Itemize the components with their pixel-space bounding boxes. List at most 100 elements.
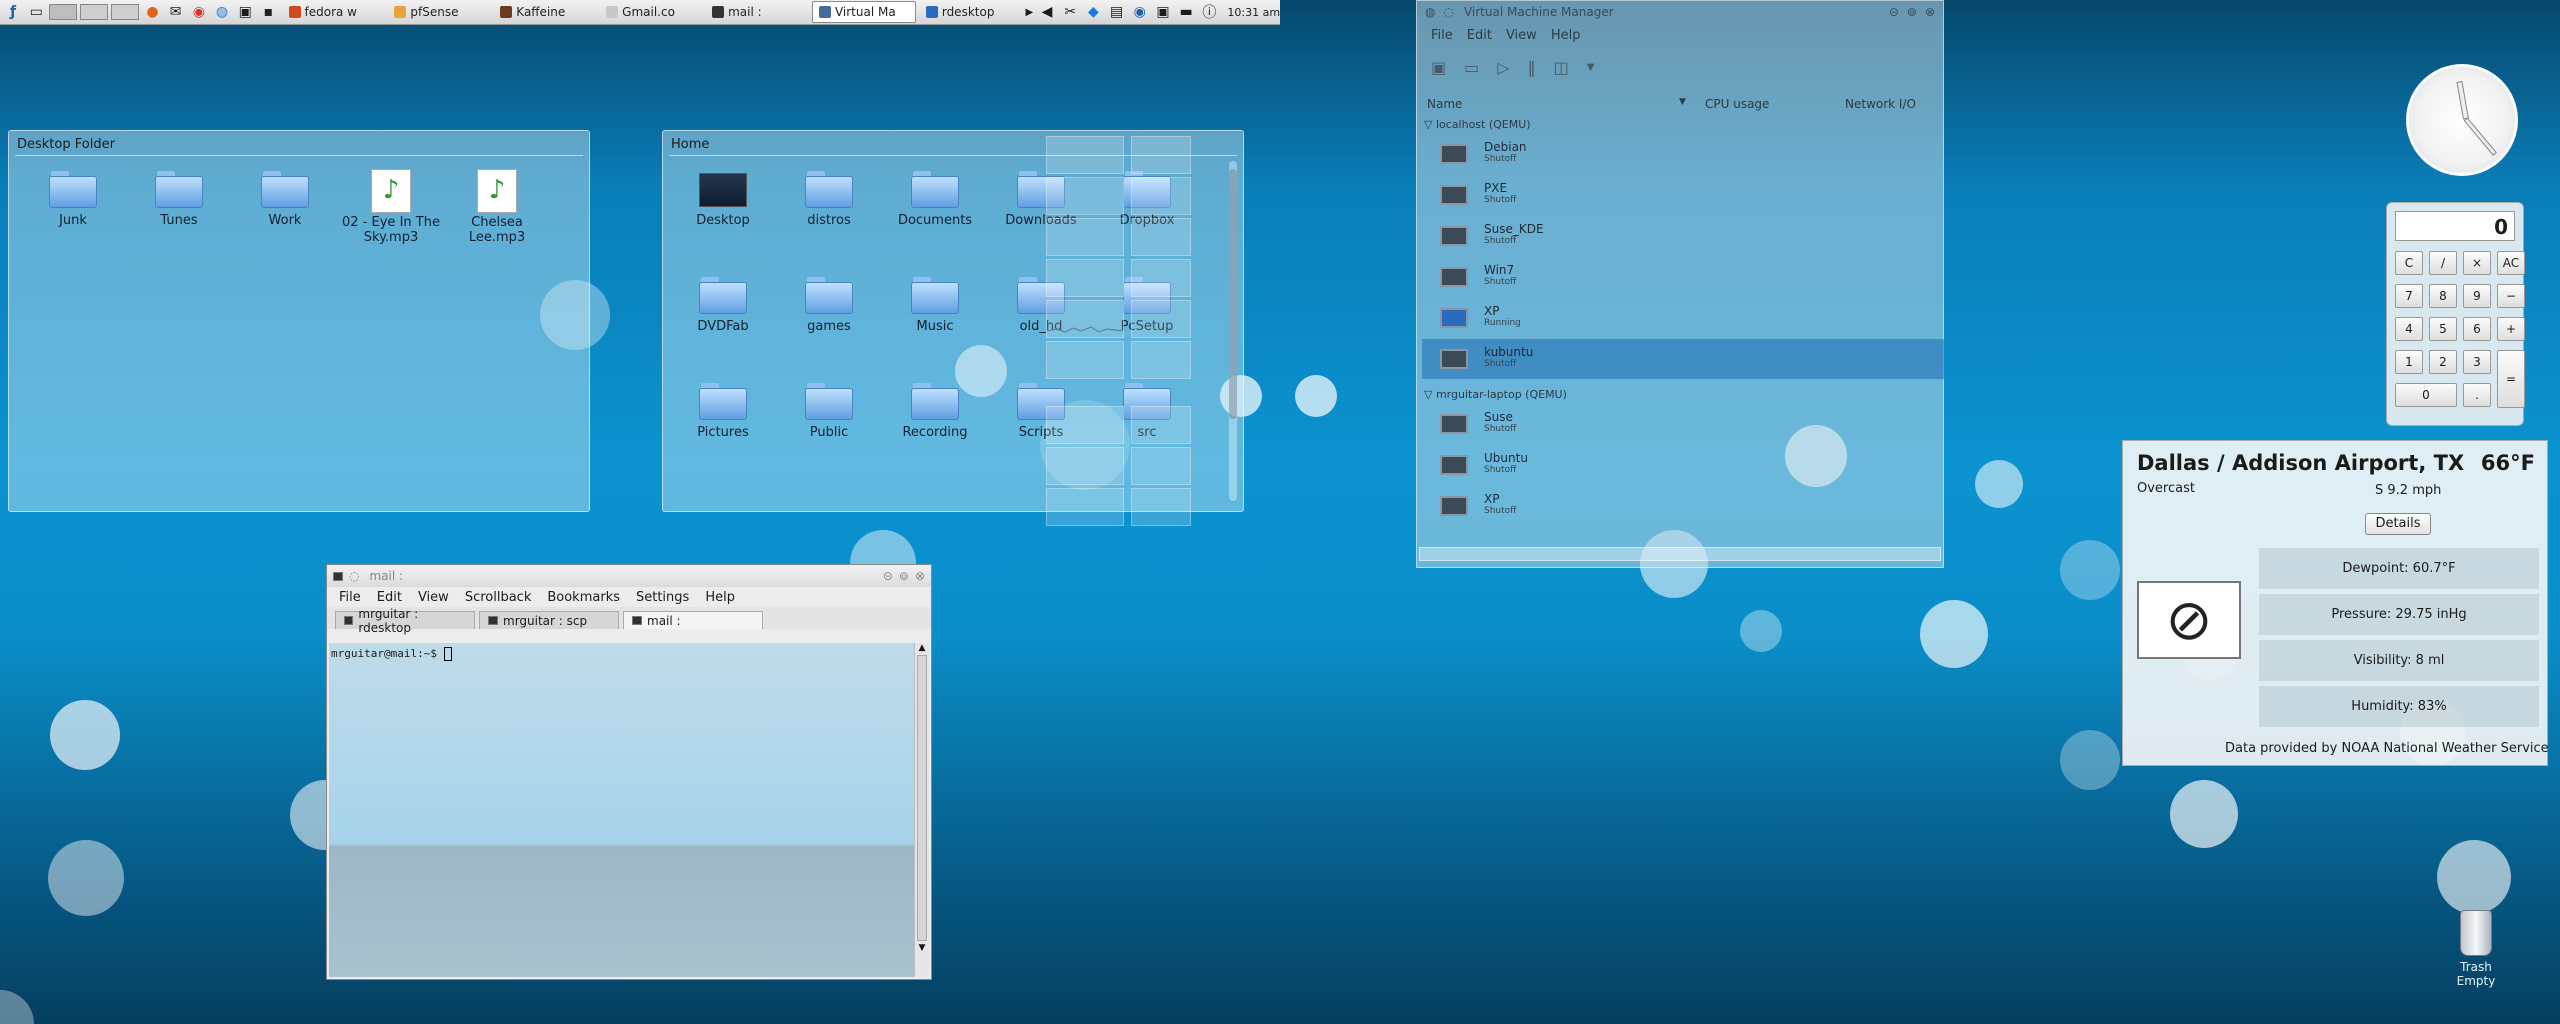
vmm-menu-file[interactable]: File xyxy=(1431,28,1453,43)
menu-file[interactable]: File xyxy=(339,590,361,605)
volume-icon[interactable]: ◀ xyxy=(1037,2,1057,22)
run-vm-icon[interactable]: ▷ xyxy=(1497,58,1509,77)
battery-icon[interactable]: ▬ xyxy=(1176,2,1196,22)
vm-row[interactable]: XP Running xyxy=(1422,298,1944,338)
group-expander-icon[interactable]: ▽ xyxy=(1424,118,1432,131)
home-item-games[interactable]: games xyxy=(779,277,879,334)
vm-row[interactable]: PXE Shutoff xyxy=(1422,175,1944,215)
tab-scp[interactable]: mrguitar : scp xyxy=(479,611,619,629)
mail-client-icon[interactable]: ✉ xyxy=(166,2,186,22)
vm-group-header[interactable]: ▽ localhost (QEMU) xyxy=(1424,118,1531,131)
terminal-scrollbar[interactable]: ▲ ▼ xyxy=(914,643,929,977)
home-item-dvdfab[interactable]: DVDFab xyxy=(673,277,773,334)
task-rdesktop[interactable]: rdesktop xyxy=(920,2,1022,22)
weather-details-button[interactable]: Details xyxy=(2365,513,2431,535)
calc-key[interactable]: 1 xyxy=(2395,350,2423,374)
home-item-music[interactable]: Music xyxy=(885,277,985,334)
vmm-hscrollbar[interactable] xyxy=(1419,547,1941,561)
group-expander-icon[interactable]: ▽ xyxy=(1424,388,1432,401)
column-name[interactable]: Name xyxy=(1427,97,1462,111)
menu-view[interactable]: View xyxy=(418,590,449,605)
menu-help[interactable]: Help xyxy=(705,590,735,605)
calc-key[interactable]: AC xyxy=(2497,251,2525,275)
task-mail-terminal[interactable]: mail : xyxy=(706,2,808,22)
vmm-menu-help[interactable]: Help xyxy=(1551,28,1581,43)
file-eye-in-the-sky-mp3[interactable]: ♪ 02 - Eye In The Sky.mp3 xyxy=(341,169,441,245)
tab-rdesktop[interactable]: mrguitar : rdesktop xyxy=(335,607,475,635)
sort-icon[interactable]: ▼ xyxy=(1679,97,1686,107)
pager-desktop-3[interactable] xyxy=(111,2,140,22)
minimize-icon[interactable]: ⊝ xyxy=(883,569,893,583)
folder-tunes[interactable]: Tunes xyxy=(129,171,229,228)
minimize-icon[interactable]: ⊝ xyxy=(1889,5,1899,19)
scroll-down-icon[interactable]: ▼ xyxy=(915,943,929,953)
calc-key[interactable]: + xyxy=(2497,317,2525,341)
vmm-pin-icon[interactable]: ◌ xyxy=(1443,5,1453,19)
pager-desktop-2[interactable] xyxy=(80,2,109,22)
calc-key[interactable]: 2 xyxy=(2429,350,2457,374)
menu-scrollback[interactable]: Scrollback xyxy=(465,590,532,605)
shutdown-dropdown-icon[interactable]: ▼ xyxy=(1587,62,1595,73)
calc-key[interactable]: 8 xyxy=(2429,284,2457,308)
show-desktop-icon[interactable]: ▭ xyxy=(26,2,46,22)
home-item-documents[interactable]: Documents xyxy=(885,171,985,228)
network-icon[interactable]: ◍ xyxy=(212,2,232,22)
folder-junk[interactable]: Junk xyxy=(23,171,123,228)
kde-menu-icon[interactable]: ƒ xyxy=(3,2,23,22)
klipper-icon[interactable]: ✂ xyxy=(1060,2,1080,22)
vm-row[interactable]: Ubuntu Shutoff xyxy=(1422,445,1944,485)
scroll-up-icon[interactable]: ▲ xyxy=(915,643,929,653)
terminal-icon[interactable]: ▪ xyxy=(258,2,278,22)
home-item-public[interactable]: Public xyxy=(779,383,879,440)
menu-edit[interactable]: Edit xyxy=(377,590,402,605)
vm-row[interactable]: XP Shutoff xyxy=(1422,486,1944,526)
display-icon[interactable]: ▣ xyxy=(1153,2,1173,22)
open-vm-icon[interactable]: ▭ xyxy=(1464,58,1479,77)
calc-key[interactable]: . xyxy=(2463,383,2491,407)
calc-key[interactable]: 5 xyxy=(2429,317,2457,341)
vm-row[interactable]: Win7 Shutoff xyxy=(1422,257,1944,297)
task-overflow-arrow-icon[interactable]: ▶ xyxy=(1025,2,1034,22)
calc-key[interactable]: 0 xyxy=(2395,383,2457,407)
tab-mail[interactable]: mail : xyxy=(623,611,763,629)
task-gmail[interactable]: Gmail.co xyxy=(600,2,702,22)
info-icon[interactable]: ⓘ xyxy=(1199,2,1219,22)
file-chelsea-lee-mp3[interactable]: ♪ Chelsea Lee.mp3 xyxy=(447,169,547,245)
calc-key[interactable]: / xyxy=(2429,251,2457,275)
home-scrollbar[interactable] xyxy=(1229,161,1237,501)
menu-settings[interactable]: Settings xyxy=(636,590,689,605)
network-manager-icon[interactable]: ◉ xyxy=(1130,2,1150,22)
close-icon[interactable]: ⊗ xyxy=(915,569,925,583)
konsole-window-icon[interactable] xyxy=(333,571,343,581)
home-item-recording[interactable]: Recording xyxy=(885,383,985,440)
calc-key[interactable]: 6 xyxy=(2463,317,2491,341)
chrome-icon[interactable]: ◉ xyxy=(189,2,209,22)
vm-row[interactable]: Suse_KDE Shutoff xyxy=(1422,216,1944,256)
calc-key[interactable]: 4 xyxy=(2395,317,2423,341)
vmm-titlebar[interactable]: ◍ ◌ Virtual Machine Manager ⊝ ⊚ ⊗ xyxy=(1417,1,1943,23)
home-item-distros[interactable]: distros xyxy=(779,171,879,228)
calc-key[interactable]: 9 xyxy=(2463,284,2491,308)
task-virtual-machine-manager[interactable]: Virtual Ma xyxy=(811,1,916,23)
vm-row[interactable]: Debian Shutoff xyxy=(1422,134,1944,174)
pager-desktop-1[interactable] xyxy=(49,2,78,22)
vm-row[interactable]: Suse Shutoff xyxy=(1422,404,1944,444)
calc-key[interactable]: 3 xyxy=(2463,350,2491,374)
close-icon[interactable]: ⊗ xyxy=(1925,5,1935,19)
vmm-window-icon[interactable]: ◍ xyxy=(1425,5,1435,19)
maximize-icon[interactable]: ⊚ xyxy=(899,569,909,583)
column-cpu-usage[interactable]: CPU usage xyxy=(1705,97,1769,111)
terminal-output[interactable]: mrguitar@mail:~$ xyxy=(329,643,915,977)
pause-vm-icon[interactable]: ‖ xyxy=(1528,58,1536,77)
monitor-icon[interactable]: ▣ xyxy=(235,2,255,22)
vmm-menu-view[interactable]: View xyxy=(1506,28,1537,43)
shutdown-vm-icon[interactable]: ◫ xyxy=(1554,58,1569,77)
dropbox-icon[interactable]: ◆ xyxy=(1083,2,1103,22)
notes-icon[interactable]: ▤ xyxy=(1106,2,1126,22)
home-item-desktop[interactable]: Desktop xyxy=(673,171,773,228)
column-network-io[interactable]: Network I/O xyxy=(1845,97,1916,111)
calc-key[interactable]: C xyxy=(2395,251,2423,275)
menu-bookmarks[interactable]: Bookmarks xyxy=(547,590,620,605)
plasma-cashew-icon[interactable] xyxy=(0,990,34,1024)
task-fedora[interactable]: fedora w xyxy=(283,2,385,22)
